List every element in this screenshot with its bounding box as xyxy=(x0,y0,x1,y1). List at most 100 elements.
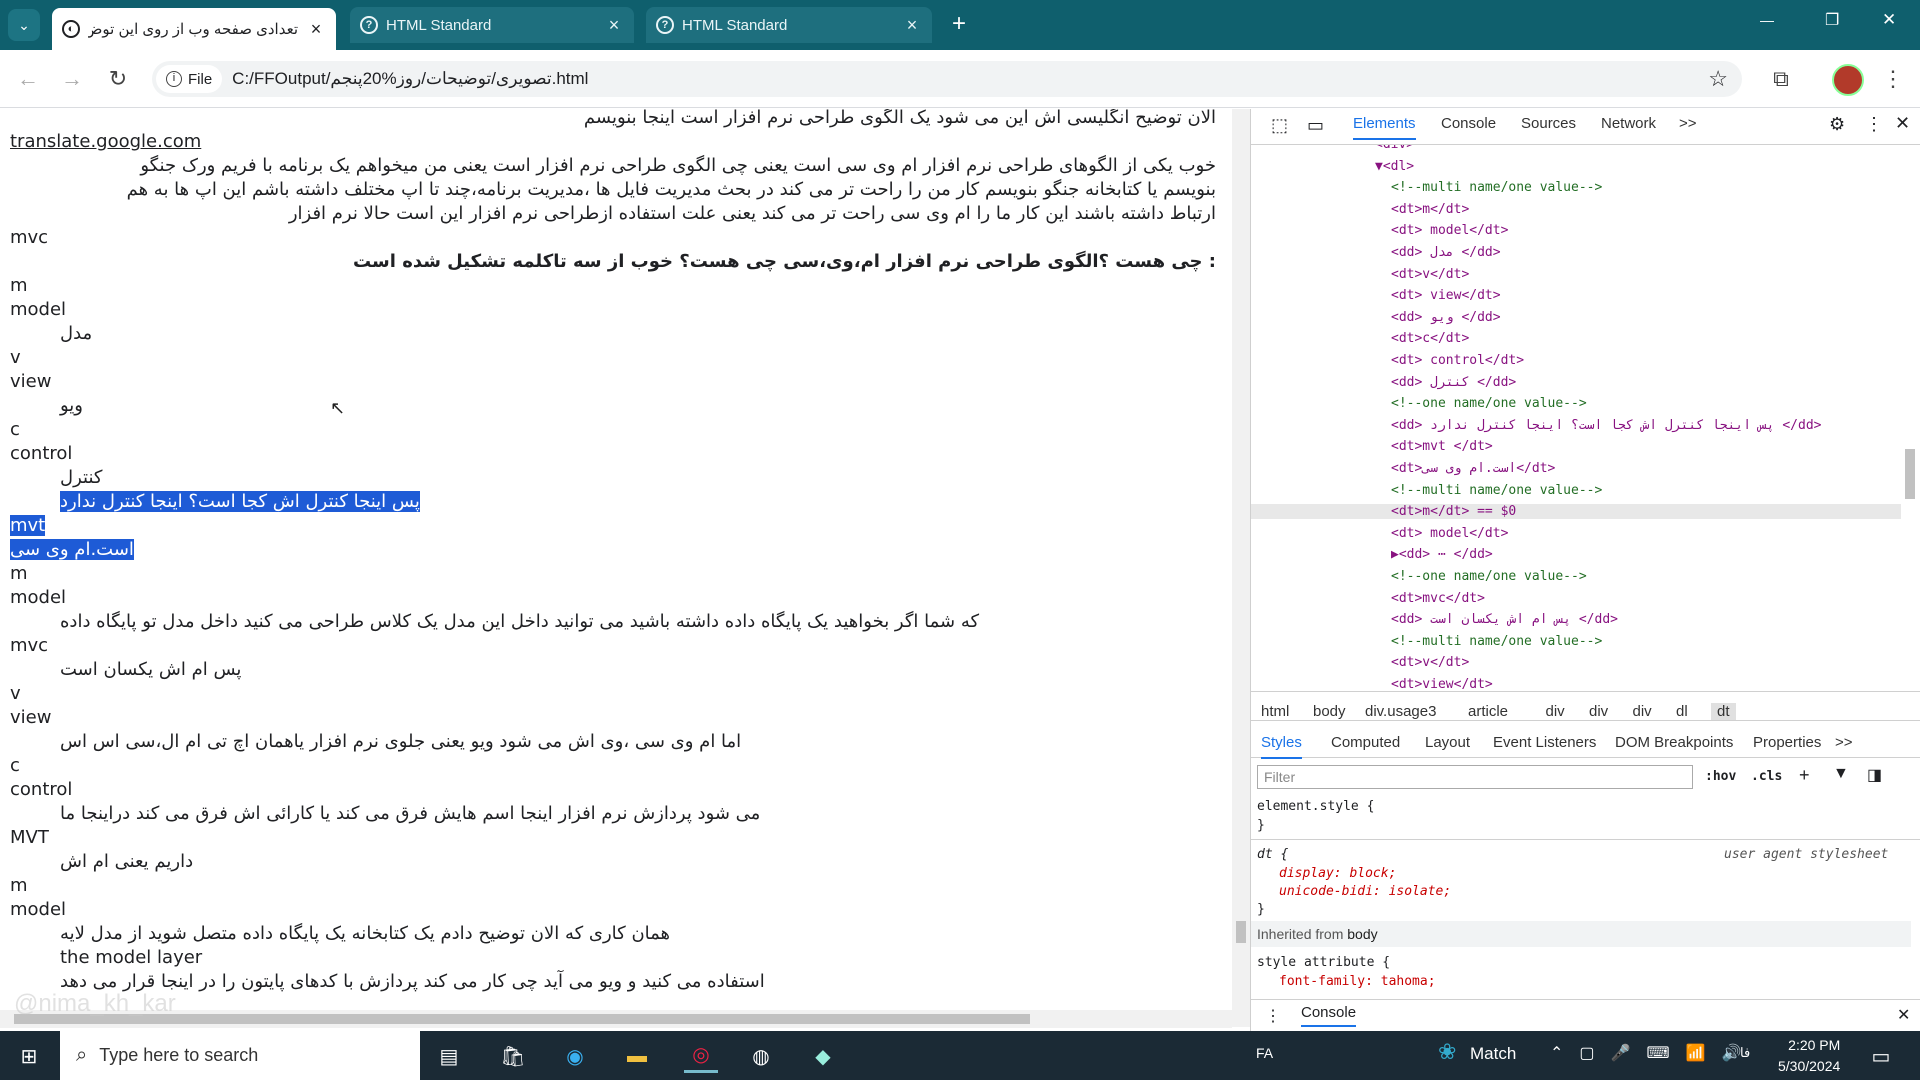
dom-node[interactable]: <dt>c</dt> xyxy=(1391,331,1469,346)
dom-node[interactable]: <dt> model</dt> xyxy=(1391,223,1508,238)
edge-icon[interactable]: ◉ xyxy=(558,1039,592,1073)
paint-icon[interactable]: ▼ xyxy=(1833,765,1849,783)
url-text[interactable]: C:/FFOutput/تصویری/توضیحات/روز%20پنجم.ht… xyxy=(232,69,588,89)
breadcrumb-item[interactable]: dl xyxy=(1676,703,1688,720)
page-horizontal-scrollbar[interactable] xyxy=(0,1010,1232,1028)
bookmark-star-icon[interactable]: ☆ xyxy=(1708,66,1728,92)
dom-node[interactable]: <dd> پس ام اش یکسان است </dd> xyxy=(1391,612,1618,627)
breadcrumb-item[interactable]: dt xyxy=(1711,703,1736,720)
site-info-chip[interactable]: i File xyxy=(156,65,223,93)
dom-node[interactable]: <dd> ویو </dd> xyxy=(1391,310,1501,325)
styles-tab[interactable]: Event Listeners xyxy=(1493,734,1596,751)
close-window-button[interactable]: ✕ xyxy=(1882,10,1896,30)
file-explorer-icon[interactable]: ▬ xyxy=(620,1039,654,1073)
close-tab-icon[interactable]: × xyxy=(604,15,624,36)
restore-button[interactable]: ❐ xyxy=(1825,10,1839,30)
inherited-source-link[interactable]: body xyxy=(1347,926,1377,942)
device-toolbar-icon[interactable]: ▭ xyxy=(1307,115,1324,136)
minimize-button[interactable]: — xyxy=(1760,12,1774,28)
dom-node[interactable]: <dt>m</dt> == $0 xyxy=(1251,504,1901,520)
dom-node[interactable]: <dt>mvt </dt> xyxy=(1391,439,1493,454)
close-devtools-icon[interactable]: ✕ xyxy=(1895,113,1910,134)
windows-start-icon[interactable]: ⊞ xyxy=(12,1039,46,1073)
dom-node[interactable]: ▼<dl> xyxy=(1375,159,1414,174)
app-icon[interactable]: ◆ xyxy=(806,1039,840,1073)
drawer-menu-icon[interactable]: ⋮ xyxy=(1265,1006,1281,1026)
tab-network[interactable]: Network xyxy=(1601,115,1656,132)
styles-tab[interactable]: Computed xyxy=(1331,734,1400,751)
notification-icon[interactable]: ▭ xyxy=(1864,1039,1898,1073)
page-vertical-scrollbar[interactable] xyxy=(1232,109,1250,1027)
tab-html-standard-1[interactable]: ? HTML Standard × xyxy=(350,7,634,43)
tab-elements[interactable]: Elements xyxy=(1353,115,1416,140)
settings-gear-icon[interactable]: ⚙ xyxy=(1829,114,1845,135)
breadcrumb-item[interactable]: article xyxy=(1468,703,1508,720)
dom-comment-node[interactable]: <!--one name/one value--> xyxy=(1391,396,1587,411)
dom-node[interactable]: <dt>v</dt> xyxy=(1391,655,1469,670)
dom-node[interactable]: <dd> کنترل </dd> xyxy=(1391,375,1516,390)
sidebar-toggle-icon[interactable]: ◨ xyxy=(1867,765,1882,785)
dom-comment-node[interactable]: <!--multi name/one value--> xyxy=(1391,483,1602,498)
drawer-tab-console[interactable]: Console xyxy=(1301,1004,1357,1027)
close-drawer-icon[interactable]: ✕ xyxy=(1897,1005,1910,1025)
dom-scrollbar[interactable] xyxy=(1903,149,1917,689)
inspect-element-icon[interactable]: ⬚ xyxy=(1271,115,1288,136)
styles-tab[interactable]: Properties xyxy=(1753,734,1821,751)
system-tray-icons[interactable]: ⌃▢🎤⌨📶🔊 xyxy=(1550,1043,1757,1063)
dom-node[interactable]: <dt>v</dt> xyxy=(1391,267,1469,282)
devtools-menu-icon[interactable]: ⋮ xyxy=(1865,114,1883,135)
dom-comment-node[interactable]: <!--one name/one value--> xyxy=(1391,569,1587,584)
more-tabs-button[interactable]: >> xyxy=(1679,115,1697,132)
dom-node[interactable]: <dt>view</dt> xyxy=(1391,677,1493,691)
dom-comment-node[interactable]: <!--multi name/one value--> xyxy=(1391,634,1602,649)
link[interactable]: translate.google.com xyxy=(10,131,201,152)
more-menu-icon[interactable]: ⋮ xyxy=(1878,64,1908,94)
breadcrumb-item[interactable]: div.usage3 xyxy=(1365,703,1436,720)
breadcrumb-item[interactable]: div xyxy=(1589,703,1608,720)
close-tab-icon[interactable]: × xyxy=(902,15,922,36)
dom-node[interactable]: <dt> model</dt> xyxy=(1391,526,1508,541)
obs-icon[interactable]: ◍ xyxy=(744,1039,778,1073)
dom-node[interactable]: <dt>است.ام وی سی</dt> xyxy=(1391,461,1555,476)
styles-filter-input[interactable]: Filter xyxy=(1257,765,1693,789)
dom-comment-node[interactable]: <!--multi name/one value--> xyxy=(1391,180,1602,195)
language-indicator[interactable]: FA xyxy=(1256,1045,1273,1061)
dom-node[interactable]: <dt> view</dt> xyxy=(1391,288,1501,303)
new-tab-button[interactable]: + xyxy=(944,10,974,40)
cls-button[interactable]: .cls xyxy=(1751,769,1782,784)
dom-node[interactable]: <dt> control</dt> xyxy=(1391,353,1524,368)
tab-console[interactable]: Console xyxy=(1441,115,1496,132)
store-icon[interactable]: 🛍 xyxy=(496,1039,530,1073)
console-drawer[interactable]: ⋮ Console ✕ xyxy=(1251,999,1920,1031)
forward-icon[interactable]: → xyxy=(57,64,87,94)
clock[interactable]: 2:20 PM 5/30/2024 xyxy=(1778,1035,1840,1077)
extensions-icon[interactable]: ⧉ xyxy=(1766,64,1796,94)
styles-tab[interactable]: >> xyxy=(1835,734,1853,751)
reload-icon[interactable]: ↻ xyxy=(103,64,133,94)
tab-html-standard-2[interactable]: ? HTML Standard × xyxy=(646,7,932,43)
back-icon[interactable]: ← xyxy=(13,64,43,94)
new-style-rule-icon[interactable]: + xyxy=(1799,765,1810,786)
dom-tree[interactable]: <div> ▼<dl> <!--multi name/one value--> <dt… xyxy=(1251,145,1901,691)
hov-button[interactable]: :hov xyxy=(1705,769,1736,784)
breadcrumb-item[interactable]: div xyxy=(1633,703,1652,720)
tab-sources[interactable]: Sources xyxy=(1521,115,1576,132)
breadcrumb-item[interactable]: html xyxy=(1261,703,1289,720)
close-tab-icon[interactable]: × xyxy=(306,19,326,40)
chrome-icon[interactable]: ◎ xyxy=(684,1039,718,1073)
styles-tab[interactable]: Styles xyxy=(1261,734,1302,759)
dom-node[interactable]: <dt>m</dt> xyxy=(1391,202,1469,217)
address-bar[interactable]: i File C:/FFOutput/تصویری/توضیحات/روز%20… xyxy=(152,61,1742,97)
dom-node[interactable]: <dd> مدل </dd> xyxy=(1391,245,1501,260)
taskbar-search[interactable]: ⌕ Type here to search xyxy=(60,1031,420,1080)
tab-active[interactable]: ◐ تعدادی صفحه وب از روی این توض × xyxy=(52,8,336,50)
weather-widget[interactable]: Match xyxy=(1470,1044,1516,1064)
tab-search-button[interactable]: ⌄ xyxy=(8,9,40,41)
task-view-icon[interactable]: ▤ xyxy=(432,1039,466,1073)
dom-node[interactable]: <dt>mvc</dt> xyxy=(1391,591,1485,606)
styles-tab[interactable]: Layout xyxy=(1425,734,1470,751)
dom-node[interactable]: ▶<dd> ⋯ </dd> xyxy=(1391,547,1493,562)
dom-node[interactable]: <div> xyxy=(1375,145,1414,152)
breadcrumb-item[interactable]: div xyxy=(1546,703,1565,720)
styles-tab[interactable]: DOM Breakpoints xyxy=(1615,734,1733,751)
